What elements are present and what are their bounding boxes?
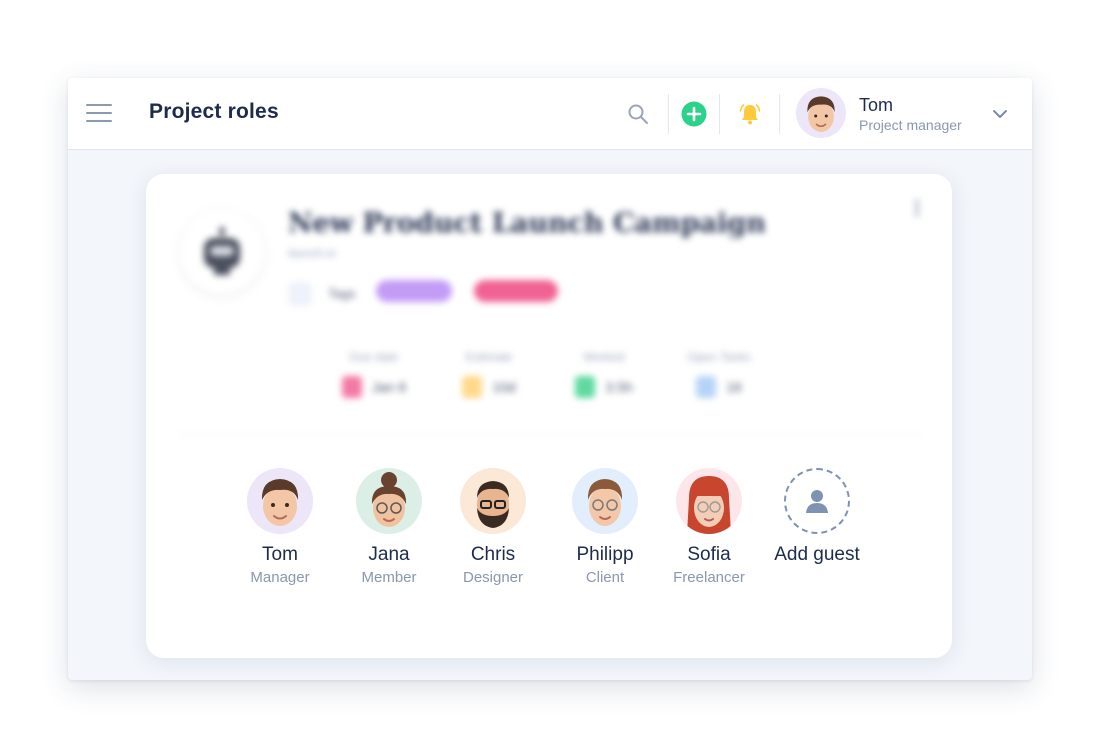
user-role: Project manager [859, 117, 962, 133]
add-icon[interactable] [680, 100, 708, 128]
toolbar-divider [779, 94, 780, 134]
add-guest-button[interactable]: Add guest [762, 468, 872, 566]
toolbar-divider [719, 94, 720, 134]
avatar [676, 468, 742, 534]
project-title: New Product Launch Campaign [288, 208, 766, 239]
top-bar: Project roles Tom Project manager [68, 78, 1032, 150]
hourglass-icon [462, 376, 483, 398]
member-role: Manager [250, 569, 310, 586]
project-subtitle: launch.io [288, 246, 337, 260]
more-options-icon[interactable] [914, 198, 920, 220]
bell-icon[interactable] [736, 100, 764, 128]
tags-label: Tags [328, 286, 356, 301]
member-role: Member [361, 569, 417, 586]
avatar [247, 468, 313, 534]
member-philipp[interactable]: Philipp Client [550, 468, 660, 586]
person-icon [806, 490, 828, 513]
avatar [356, 468, 422, 534]
robot-icon [204, 227, 240, 275]
add-guest-avatar[interactable] [784, 468, 850, 534]
calendar-icon [341, 376, 362, 398]
app-window: Project roles Tom Project manager New Pr… [68, 78, 1032, 680]
check-icon [575, 376, 596, 398]
tag-pill-pink[interactable] [474, 280, 558, 302]
tag-pill-purple[interactable] [376, 280, 452, 302]
project-logo [180, 210, 264, 294]
member-name: Chris [470, 544, 516, 565]
member-tom[interactable]: Tom Manager [225, 468, 335, 586]
page-title: Project roles [149, 100, 279, 123]
stat-estimate: Estimate 10d [434, 350, 544, 398]
avatar [460, 468, 526, 534]
menu-icon[interactable] [86, 104, 112, 122]
member-sofia[interactable]: Sofia Freelancer [654, 468, 764, 586]
member-name: Jana [368, 544, 410, 565]
user-name[interactable]: Tom [859, 95, 893, 116]
avatar [572, 468, 638, 534]
member-jana[interactable]: Jana Member [334, 468, 444, 586]
stat-due-date: Due date Jan 8 [319, 350, 429, 398]
member-role: Designer [462, 569, 524, 586]
member-chris[interactable]: Chris Designer [438, 468, 548, 586]
add-guest-label: Add guest [774, 544, 860, 565]
member-name: Sofia [687, 544, 731, 565]
document-icon [696, 376, 717, 398]
member-role: Client [585, 569, 625, 586]
member-name: Tom [262, 544, 298, 565]
project-card: New Product Launch Campaign launch.io Ta… [146, 174, 952, 658]
stat-worked: Worked 3.5h [549, 350, 659, 398]
stat-open-tasks: Open Tasks 16 [664, 350, 774, 398]
chevron-down-icon[interactable] [990, 106, 1010, 122]
toolbar-divider [668, 94, 669, 134]
member-role: Freelancer [673, 569, 745, 586]
tag-icon[interactable] [288, 282, 312, 306]
search-icon[interactable] [624, 100, 652, 128]
member-name: Philipp [576, 544, 634, 565]
user-avatar[interactable] [796, 88, 846, 138]
divider [180, 434, 920, 435]
